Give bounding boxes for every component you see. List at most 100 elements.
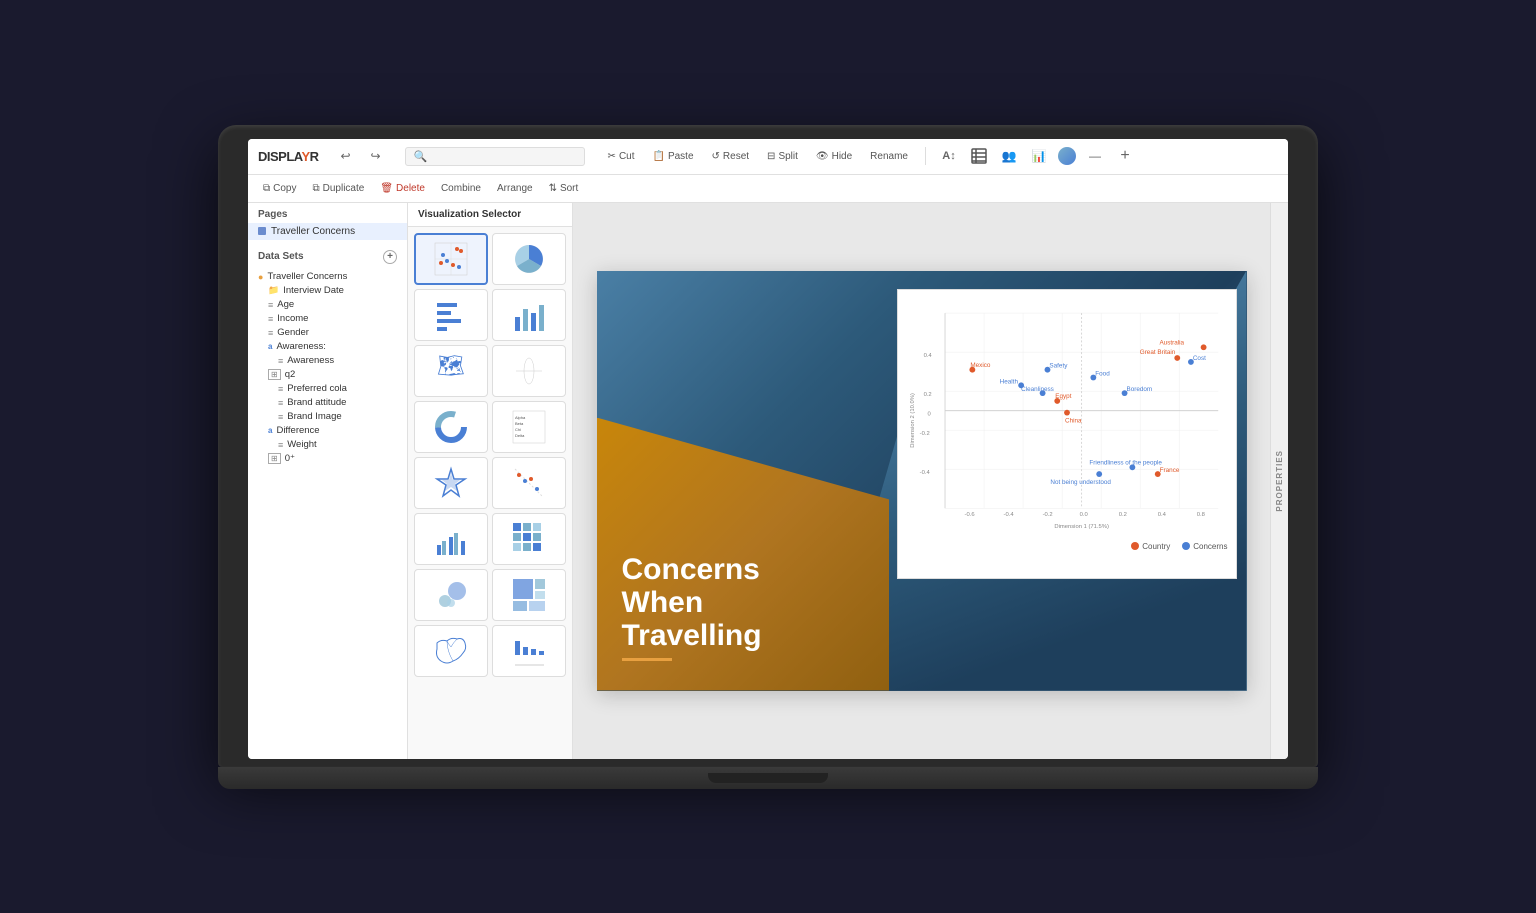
viz-item-text-table[interactable]: Alpha Beta Chi Delta <box>492 401 566 453</box>
svg-text:Dimension 1 (71.5%): Dimension 1 (71.5%) <box>1054 523 1109 529</box>
dataset-income[interactable]: ≡ Income <box>254 312 401 326</box>
paste-icon: 📋 <box>653 151 665 162</box>
split-button[interactable]: ⊟ Split <box>762 149 803 164</box>
svg-text:Chi: Chi <box>515 427 521 432</box>
properties-sidebar[interactable]: PROPERTIES <box>1270 203 1288 759</box>
chart-area: 0.4 0.2 0 -0.2 -0.4 -0.6 -0.4 -0.2 0.0 <box>906 298 1228 538</box>
svg-text:Food: Food <box>1095 370 1110 377</box>
viz-grid: 🗺 <box>408 227 572 683</box>
search-icon: 🔍 <box>414 150 428 163</box>
people-icon-button[interactable]: 👥 <box>998 145 1020 167</box>
dataset-q2[interactable]: ⊞ q2 <box>254 368 401 382</box>
viz-item-bubble[interactable] <box>414 569 488 621</box>
viz-item-star[interactable] <box>414 457 488 509</box>
chart-icon-button[interactable]: 📊 <box>1028 145 1050 167</box>
table-icon-button[interactable] <box>968 145 990 167</box>
svg-text:Not being understood: Not being understood <box>1050 478 1111 485</box>
svg-text:Dimension 2 (10.0%): Dimension 2 (10.0%) <box>909 393 915 448</box>
legend-country-dot <box>1131 542 1139 550</box>
scissors-icon: ✂ <box>608 151 616 162</box>
field-icon: ≡ <box>278 384 283 394</box>
rename-button[interactable]: Rename <box>865 149 913 164</box>
duplicate-icon: ⧉ <box>313 183 320 194</box>
slide-title-line1: Concerns <box>622 553 762 586</box>
dataset-preferred-cola[interactable]: ≡ Preferred cola <box>254 382 401 396</box>
dataset-awareness-label: a Awareness: <box>254 340 401 354</box>
split-icon: ⊟ <box>767 151 775 162</box>
field-icon: ≡ <box>278 356 283 366</box>
circle-icon-button[interactable] <box>1058 147 1076 165</box>
svg-text:0.0: 0.0 <box>1079 512 1088 518</box>
arrange-button[interactable]: Arrange <box>492 181 538 196</box>
viz-item-bar-v[interactable] <box>492 289 566 341</box>
hide-button[interactable]: 👁 Hide <box>811 149 857 164</box>
undo-button[interactable]: ↩ <box>335 145 357 167</box>
viz-item-bar-grouped[interactable] <box>414 513 488 565</box>
field-icon: ≡ <box>278 398 283 408</box>
svg-text:0.4: 0.4 <box>923 353 932 359</box>
svg-text:-0.2: -0.2 <box>1042 512 1052 518</box>
duplicate-button[interactable]: ⧉ Duplicate <box>308 181 370 196</box>
copy-button[interactable]: ⧉ Copy <box>258 181 302 196</box>
viz-item-waterfall[interactable] <box>492 625 566 677</box>
chart-panel: 0.4 0.2 0 -0.2 -0.4 -0.6 -0.4 -0.2 0.0 <box>897 289 1237 579</box>
dataset-brand-attitude[interactable]: ≡ Brand attitude <box>254 396 401 410</box>
redo-button[interactable]: ↪ <box>365 145 387 167</box>
page-icon <box>258 227 266 235</box>
viz-item-choropleth[interactable] <box>414 625 488 677</box>
search-bar[interactable]: 🔍 <box>405 147 585 166</box>
presentation-slide[interactable]: Concerns When Travelling <box>597 271 1247 691</box>
chart-legend: Country Concerns <box>906 542 1228 551</box>
screen-bezel: DISPLAYR ↩ ↪ 🔍 ✂ Cut 📋 Paste <box>218 125 1318 767</box>
svg-text:-0.4: -0.4 <box>919 470 930 476</box>
viz-item-pie[interactable] <box>492 233 566 285</box>
cut-button[interactable]: ✂ Cut <box>603 149 640 164</box>
add-dataset-button[interactable]: + <box>383 250 397 264</box>
combine-button[interactable]: Combine <box>436 181 486 196</box>
svg-text:0.2: 0.2 <box>923 392 931 398</box>
field-icon: ≡ <box>268 300 273 310</box>
viz-item-bar-h[interactable] <box>414 289 488 341</box>
plus-icon-button[interactable]: + <box>1114 145 1136 167</box>
page-traveller-concerns[interactable]: Traveller Concerns <box>248 223 407 240</box>
dataset-age[interactable]: ≡ Age <box>254 298 401 312</box>
viz-item-treemap[interactable] <box>492 569 566 621</box>
left-sidebar: Pages Traveller Concerns Data Sets + <box>248 203 408 759</box>
svg-text:Boredom: Boredom <box>1126 386 1152 393</box>
svg-text:-0.6: -0.6 <box>964 512 974 518</box>
legend-concerns-dot <box>1182 542 1190 550</box>
viz-item-map-us[interactable]: 🗺 <box>414 345 488 397</box>
text-size-icon-button[interactable]: A↕ <box>938 145 960 167</box>
dataset-weight[interactable]: ≡ Weight <box>254 438 401 452</box>
dataset-brand-image[interactable]: ≡ Brand Image <box>254 410 401 424</box>
paste-button[interactable]: 📋 Paste <box>648 149 699 164</box>
svg-text:0.8: 0.8 <box>1196 512 1204 518</box>
svg-text:Beta: Beta <box>515 421 524 426</box>
dataset-difference-label: a Difference <box>254 424 401 438</box>
dataset-interview-date[interactable]: 📁 Interview Date <box>254 284 401 298</box>
svg-text:Egypt: Egypt <box>1055 392 1071 399</box>
dataset-awareness[interactable]: ≡ Awareness <box>254 354 401 368</box>
reset-button[interactable]: ↺ Reset <box>707 149 755 164</box>
laptop-shell: DISPLAYR ↩ ↪ 🔍 ✂ Cut 📋 Paste <box>218 125 1318 789</box>
viz-item-map-world[interactable] <box>492 345 566 397</box>
viz-item-scatter2[interactable] <box>492 457 566 509</box>
svg-text:0: 0 <box>927 411 931 417</box>
svg-text:Delta: Delta <box>515 433 525 438</box>
special-icon: ⊞ <box>268 453 281 464</box>
laptop-screen: DISPLAYR ↩ ↪ 🔍 ✂ Cut 📋 Paste <box>248 139 1288 759</box>
viz-item-pie2[interactable] <box>414 401 488 453</box>
slide-underline <box>622 658 672 661</box>
sort-button[interactable]: ⇅ Sort <box>544 181 584 196</box>
dataset-gender[interactable]: ≡ Gender <box>254 326 401 340</box>
dataset-root[interactable]: ● Traveller Concerns <box>254 270 401 284</box>
delete-icon: 🗑 <box>380 183 393 194</box>
delete-button[interactable]: 🗑 Delete <box>375 181 430 196</box>
svg-text:0.4: 0.4 <box>1157 512 1166 518</box>
minus-icon-button[interactable]: — <box>1084 145 1106 167</box>
viz-item-grid-colors[interactable] <box>492 513 566 565</box>
svg-text:-0.4: -0.4 <box>1003 512 1014 518</box>
svg-text:0.2: 0.2 <box>1118 512 1126 518</box>
viz-item-scatter[interactable] <box>414 233 488 285</box>
dataset-special[interactable]: ⊞ 0⁺ <box>254 452 401 466</box>
